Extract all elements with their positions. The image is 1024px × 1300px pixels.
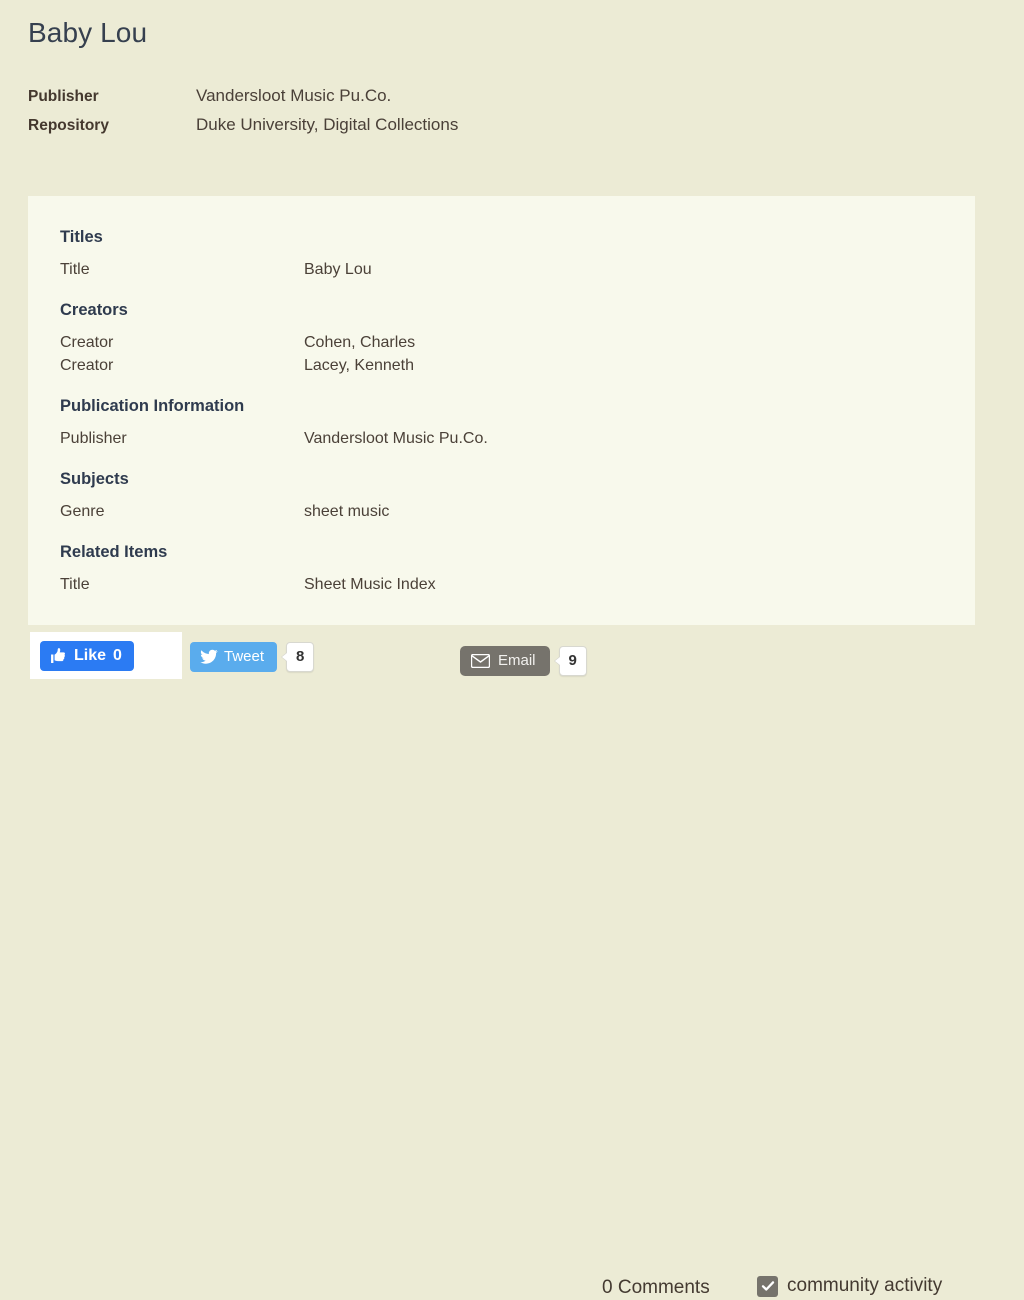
metadata-value: Lacey, Kenneth — [304, 357, 415, 374]
social-share-bar: Like 0 Tweet 8 Email 9 0 Comments commun… — [0, 628, 1024, 1298]
community-activity-label: community activity — [787, 1275, 943, 1296]
email-share-widget: Email 9 — [460, 646, 587, 676]
summary-fields: Publisher Vandersloot Music Pu.Co. Repos… — [0, 82, 1024, 140]
metadata-section-related-items: Related Items Title Sheet Music Index — [60, 541, 943, 596]
facebook-like-count: 0 — [113, 646, 122, 664]
metadata-label: Title — [60, 576, 90, 593]
metadata-row: Title Sheet Music Index — [60, 573, 943, 596]
twitter-tweet-label: Tweet — [224, 648, 265, 665]
metadata-value: Cohen, Charles — [304, 334, 416, 351]
metadata-label: Title — [60, 261, 90, 278]
comments-count-label[interactable]: 0 Comments — [602, 1276, 710, 1300]
page-header: Baby Lou — [0, 0, 1024, 50]
metadata-section-heading: Related Items — [60, 543, 168, 561]
metadata-panel: Titles Title Baby Lou Creators Creator C… — [28, 196, 975, 625]
facebook-like-widget: Like 0 — [30, 632, 182, 679]
page-title: Baby Lou — [28, 17, 148, 48]
envelope-icon — [471, 654, 490, 668]
community-activity-toggle[interactable]: community activity — [757, 1274, 942, 1298]
metadata-label: Creator — [60, 357, 114, 374]
metadata-row: Publisher Vandersloot Music Pu.Co. — [60, 427, 943, 450]
email-share-label: Email — [498, 652, 536, 669]
metadata-section-subjects: Subjects Genre sheet music — [60, 468, 943, 523]
twitter-tweet-button[interactable]: Tweet — [190, 642, 278, 672]
metadata-value: sheet music — [304, 503, 390, 520]
checkbox-checked-icon[interactable] — [757, 1275, 778, 1297]
metadata-row: Creator Cohen, Charles — [60, 331, 943, 354]
metadata-value: Sheet Music Index — [304, 576, 436, 593]
email-share-count[interactable]: 9 — [553, 646, 587, 676]
summary-label-repository: Repository — [28, 116, 109, 134]
metadata-section-heading: Publication Information — [60, 397, 245, 415]
summary-value-publisher: Vandersloot Music Pu.Co. — [196, 85, 392, 105]
metadata-row: Creator Lacey, Kenneth — [60, 354, 943, 377]
metadata-row: Genre sheet music — [60, 500, 943, 523]
email-share-button[interactable]: Email — [460, 646, 550, 676]
metadata-section-heading: Titles — [60, 228, 103, 246]
metadata-section-titles: Titles Title Baby Lou — [60, 226, 943, 281]
thumbs-up-icon — [50, 647, 67, 664]
metadata-value: Baby Lou — [304, 261, 372, 278]
summary-row: Repository Duke University, Digital Coll… — [28, 111, 996, 140]
metadata-section-heading: Subjects — [60, 470, 129, 488]
summary-row: Publisher Vandersloot Music Pu.Co. — [28, 82, 996, 111]
twitter-tweet-count[interactable]: 8 — [280, 642, 315, 672]
facebook-like-label: Like — [74, 646, 107, 664]
summary-label-publisher: Publisher — [28, 87, 99, 105]
metadata-section-creators: Creators Creator Cohen, Charles Creator … — [60, 299, 943, 377]
metadata-section-publication-information: Publication Information Publisher Vander… — [60, 395, 943, 450]
metadata-section-heading: Creators — [60, 301, 128, 319]
metadata-label: Creator — [60, 334, 114, 351]
twitter-tweet-widget: Tweet 8 — [190, 642, 315, 672]
twitter-bird-icon — [200, 649, 218, 665]
summary-value-repository: Duke University, Digital Collections — [196, 114, 459, 134]
metadata-label: Genre — [60, 503, 105, 520]
metadata-value: Vandersloot Music Pu.Co. — [304, 430, 488, 447]
facebook-like-button[interactable]: Like 0 — [40, 640, 134, 671]
metadata-row: Title Baby Lou — [60, 258, 943, 281]
metadata-label: Publisher — [60, 430, 127, 447]
